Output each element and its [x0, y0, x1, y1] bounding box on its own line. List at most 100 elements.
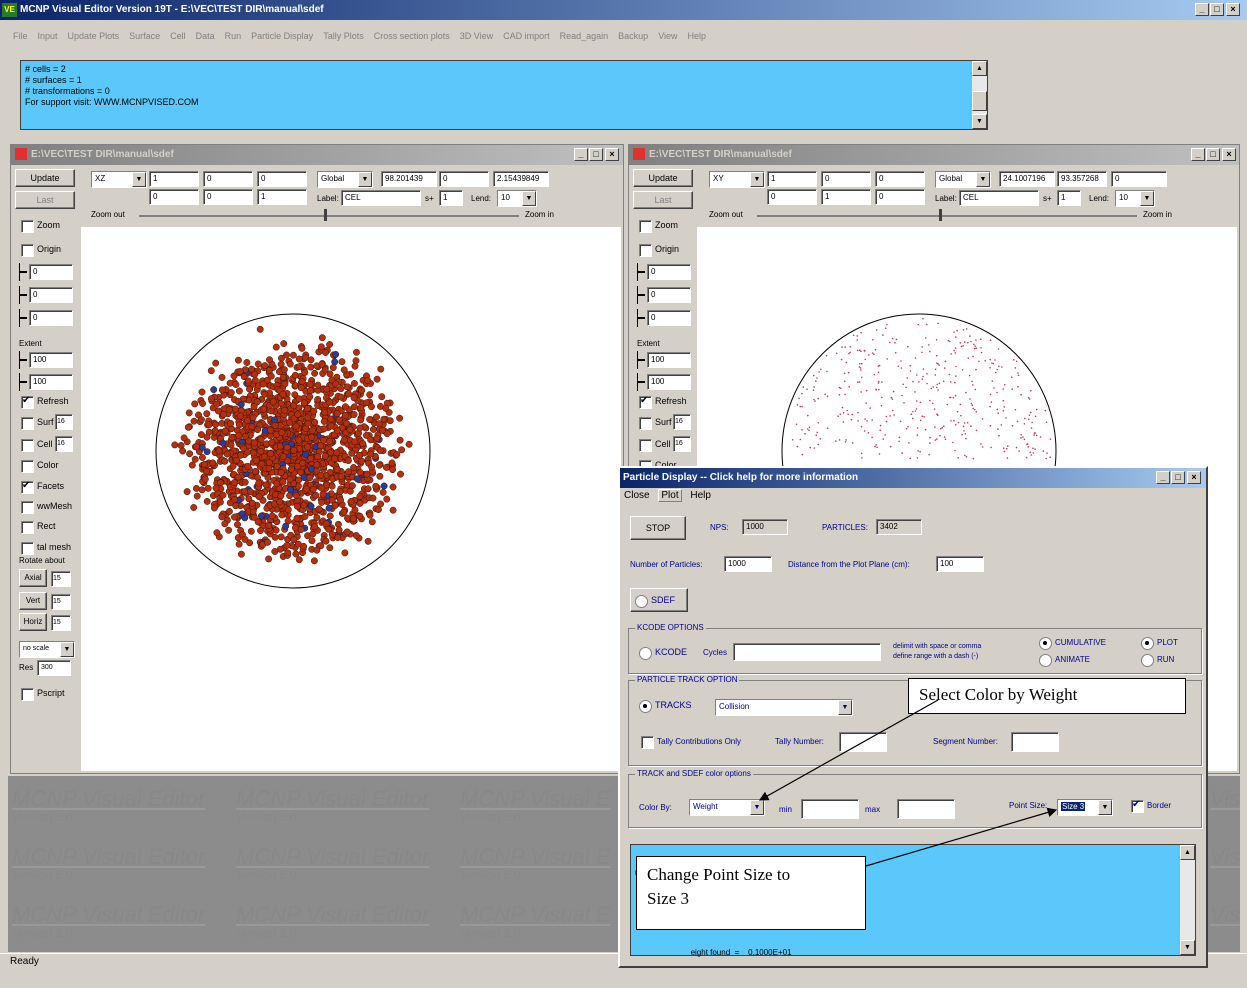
horiz-button[interactable]: Horiz: [19, 613, 47, 631]
wwmesh-checkbox[interactable]: wwMesh: [21, 500, 72, 514]
scroll-down-icon[interactable]: ▼: [1180, 940, 1195, 955]
close-icon[interactable]: ×: [1222, 148, 1236, 161]
cell-field[interactable]: 16: [673, 436, 691, 452]
last-button[interactable]: Last: [15, 191, 75, 209]
cell-checkbox[interactable]: Cell: [21, 438, 53, 452]
extent-slider-2[interactable]: [637, 373, 645, 391]
basis-field[interactable]: 1: [257, 189, 307, 205]
log-scrollbar[interactable]: ▲ ▼: [1180, 845, 1195, 955]
origin-y-field[interactable]: 0: [439, 171, 489, 187]
menu-item-tally-plots[interactable]: Tally Plots: [323, 31, 364, 41]
basis-field[interactable]: 1: [149, 171, 199, 187]
basis-field[interactable]: 0: [767, 189, 817, 205]
origin-field-1[interactable]: 0: [29, 264, 73, 280]
extent-slider-1[interactable]: [19, 351, 27, 369]
surf-field[interactable]: 16: [55, 414, 73, 430]
tracks-radio[interactable]: TRACKS: [639, 699, 692, 713]
menu-item-read-again[interactable]: Read_again: [560, 31, 609, 41]
origin-slider-3[interactable]: [637, 309, 645, 327]
basis-field[interactable]: 0: [203, 189, 253, 205]
plane-dropdown[interactable]: XZ ▼: [91, 171, 147, 188]
menu-help[interactable]: Help: [690, 490, 711, 501]
maximize-icon[interactable]: □: [589, 148, 603, 161]
left-plot-canvas[interactable]: [81, 227, 621, 771]
origin-slider-1[interactable]: [19, 263, 27, 281]
extent-field-1[interactable]: 100: [647, 352, 691, 368]
maximize-icon[interactable]: □: [1210, 3, 1224, 16]
pscript-checkbox[interactable]: Pscript: [21, 687, 65, 701]
origin-checkbox[interactable]: Origin: [639, 243, 679, 257]
extent-field-2[interactable]: 100: [647, 374, 691, 390]
zoom-slider-handle[interactable]: [939, 209, 942, 221]
zoom-checkbox[interactable]: Zoom: [639, 219, 678, 233]
cell-field[interactable]: 16: [55, 436, 73, 452]
origin-z-field[interactable]: 0: [1111, 171, 1167, 187]
cumulative-radio[interactable]: CUMULATIVE: [1039, 636, 1106, 650]
animate-radio[interactable]: ANIMATE: [1039, 653, 1090, 667]
maximize-icon[interactable]: □: [1171, 471, 1185, 484]
origin-slider-3[interactable]: [19, 309, 27, 327]
stop-button[interactable]: STOP: [630, 516, 686, 540]
close-icon[interactable]: ×: [1226, 3, 1240, 16]
origin-slider-2[interactable]: [19, 286, 27, 304]
origin-x-field[interactable]: 98.201439: [381, 171, 437, 187]
last-button[interactable]: Last: [633, 191, 693, 209]
extent-slider-1[interactable]: [637, 351, 645, 369]
sdef-radio[interactable]: SDEF: [635, 594, 675, 608]
chevron-down-icon[interactable]: ▼: [838, 700, 852, 715]
update-button[interactable]: Update: [633, 169, 693, 187]
menu-item-backup[interactable]: Backup: [618, 31, 648, 41]
chevron-down-icon[interactable]: ▼: [358, 172, 372, 187]
label-field[interactable]: CEL: [959, 190, 1039, 206]
tally-contrib-checkbox[interactable]: Tally Contributions Only: [641, 735, 741, 749]
extent-field-2[interactable]: 100: [29, 374, 73, 390]
rect-checkbox[interactable]: Rect: [21, 520, 56, 534]
label-field[interactable]: CEL: [341, 190, 421, 206]
chevron-down-icon[interactable]: ▼: [132, 172, 146, 187]
scroll-thumb[interactable]: [972, 91, 987, 111]
origin-field-3[interactable]: 0: [647, 310, 691, 326]
lend-dropdown[interactable]: 10 ▼: [497, 190, 537, 207]
axial-field[interactable]: 15: [51, 571, 71, 587]
zoom-slider[interactable]: [757, 215, 1137, 217]
chevron-down-icon[interactable]: ▼: [750, 800, 764, 815]
horiz-field[interactable]: 15: [51, 615, 71, 631]
extent-field-1[interactable]: 100: [29, 352, 73, 368]
menu-item-surface[interactable]: Surface: [129, 31, 160, 41]
zoom-slider[interactable]: [139, 215, 519, 217]
close-icon[interactable]: ×: [1187, 471, 1201, 484]
menu-plot[interactable]: Plot: [658, 489, 682, 502]
surf-checkbox[interactable]: Surf: [639, 416, 672, 430]
origin-field-2[interactable]: 0: [647, 287, 691, 303]
origin-field-3[interactable]: 0: [29, 310, 73, 326]
refresh-checkbox[interactable]: Refresh: [21, 394, 69, 409]
scroll-up-icon[interactable]: ▲: [1180, 845, 1195, 860]
max-field[interactable]: [897, 799, 955, 819]
cycles-field[interactable]: [733, 643, 881, 661]
minimize-icon[interactable]: _: [1191, 148, 1205, 161]
origin-y-field[interactable]: 93.357268: [1057, 171, 1107, 187]
run-radio[interactable]: RUN: [1141, 653, 1174, 667]
scale-dropdown[interactable]: no scale ▼: [19, 641, 75, 658]
talmesh-checkbox[interactable]: tal mesh: [21, 541, 71, 555]
minimize-icon[interactable]: _: [1195, 3, 1209, 16]
menu-item-input[interactable]: Input: [38, 31, 58, 41]
close-icon[interactable]: ×: [605, 148, 619, 161]
track-type-dropdown[interactable]: Collision ▼: [715, 699, 853, 716]
basis-field[interactable]: 0: [203, 171, 253, 187]
basis-field[interactable]: 0: [821, 171, 871, 187]
sx-field[interactable]: 1: [1057, 190, 1081, 206]
menu-item-cross-section-plots[interactable]: Cross section plots: [374, 31, 450, 41]
menu-item-help[interactable]: Help: [688, 31, 707, 41]
basis-field[interactable]: 0: [875, 189, 925, 205]
info-scrollbar[interactable]: ▲ ▼: [972, 61, 987, 129]
coord-dropdown[interactable]: Global ▼: [935, 171, 991, 188]
sdef-button[interactable]: SDEF: [630, 588, 688, 612]
menu-item-update-plots[interactable]: Update Plots: [68, 31, 120, 41]
menu-item-3d-view[interactable]: 3D View: [460, 31, 493, 41]
surf-checkbox[interactable]: Surf: [21, 416, 54, 430]
menu-item-view[interactable]: View: [658, 31, 677, 41]
res-field[interactable]: 300: [37, 660, 71, 676]
basis-field[interactable]: 1: [767, 171, 817, 187]
origin-checkbox[interactable]: Origin: [21, 243, 61, 257]
